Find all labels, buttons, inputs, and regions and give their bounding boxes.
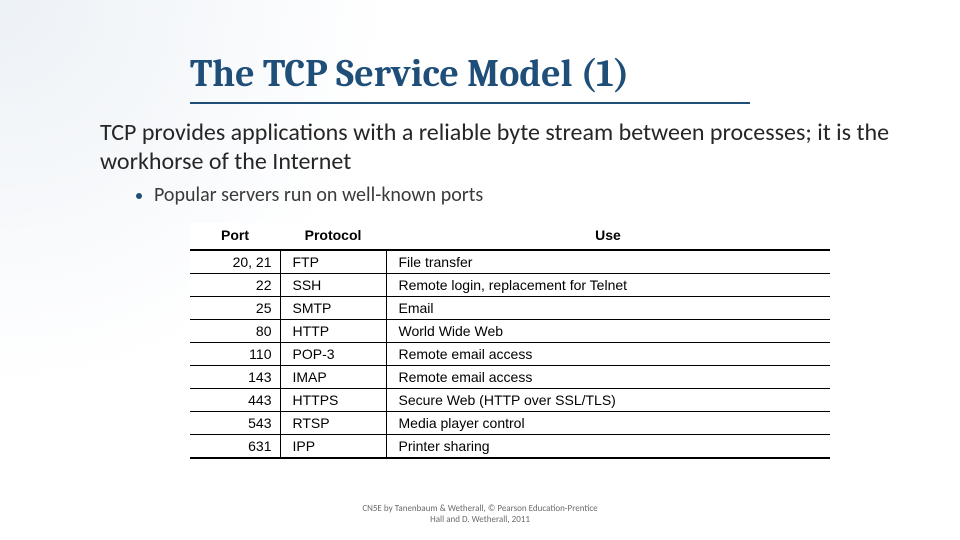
cell-port: 80 [190, 319, 280, 342]
table-row: 22 SSH Remote login, replacement for Tel… [190, 273, 830, 296]
cell-protocol: RTSP [280, 411, 386, 434]
ports-table-container: Port Protocol Use 20, 21 FTP File transf… [190, 223, 830, 459]
slide-content: The TCP Service Model (1) TCP provides a… [0, 0, 960, 540]
cell-use: Secure Web (HTTP over SSL/TLS) [386, 388, 830, 411]
cell-use: World Wide Web [386, 319, 830, 342]
header-use: Use [386, 223, 830, 250]
cell-protocol: FTP [280, 250, 386, 274]
cell-use: Remote login, replacement for Telnet [386, 273, 830, 296]
footer-line-1: CN5E by Tanenbaum & Wetherall, © Pearson… [362, 503, 597, 514]
cell-use: Remote email access [386, 365, 830, 388]
cell-protocol: SMTP [280, 296, 386, 319]
cell-port: 543 [190, 411, 280, 434]
table-row: 20, 21 FTP File transfer [190, 250, 830, 274]
cell-use: Email [386, 296, 830, 319]
intro-text: TCP provides applications with a reliabl… [100, 118, 900, 177]
cell-protocol: POP-3 [280, 342, 386, 365]
table-row: 25 SMTP Email [190, 296, 830, 319]
table-row: 543 RTSP Media player control [190, 411, 830, 434]
bullet-icon [136, 193, 142, 199]
cell-use: Remote email access [386, 342, 830, 365]
cell-protocol: HTTPS [280, 388, 386, 411]
table-header-row: Port Protocol Use [190, 223, 830, 250]
cell-use: Printer sharing [386, 434, 830, 458]
cell-use: File transfer [386, 250, 830, 274]
header-port: Port [190, 223, 280, 250]
table-row: 110 POP-3 Remote email access [190, 342, 830, 365]
cell-port: 22 [190, 273, 280, 296]
bullet-text: Popular servers run on well-known ports [154, 183, 483, 207]
slide-title: The TCP Service Model (1) [190, 52, 750, 104]
footer-citation: CN5E by Tanenbaum & Wetherall, © Pearson… [0, 504, 960, 526]
bullet-item: Popular servers run on well-known ports [136, 183, 900, 207]
footer-line-2: Hall and D. Wetherall, 2011 [430, 514, 530, 525]
cell-port: 25 [190, 296, 280, 319]
table-row: 143 IMAP Remote email access [190, 365, 830, 388]
table-row: 443 HTTPS Secure Web (HTTP over SSL/TLS) [190, 388, 830, 411]
cell-use: Media player control [386, 411, 830, 434]
cell-port: 443 [190, 388, 280, 411]
cell-protocol: SSH [280, 273, 386, 296]
cell-port: 143 [190, 365, 280, 388]
cell-port: 20, 21 [190, 250, 280, 274]
cell-port: 631 [190, 434, 280, 458]
cell-port: 110 [190, 342, 280, 365]
ports-table: Port Protocol Use 20, 21 FTP File transf… [190, 223, 830, 459]
cell-protocol: IMAP [280, 365, 386, 388]
table-row: 631 IPP Printer sharing [190, 434, 830, 458]
table-body: 20, 21 FTP File transfer 22 SSH Remote l… [190, 250, 830, 458]
cell-protocol: IPP [280, 434, 386, 458]
header-protocol: Protocol [280, 223, 386, 250]
table-row: 80 HTTP World Wide Web [190, 319, 830, 342]
cell-protocol: HTTP [280, 319, 386, 342]
